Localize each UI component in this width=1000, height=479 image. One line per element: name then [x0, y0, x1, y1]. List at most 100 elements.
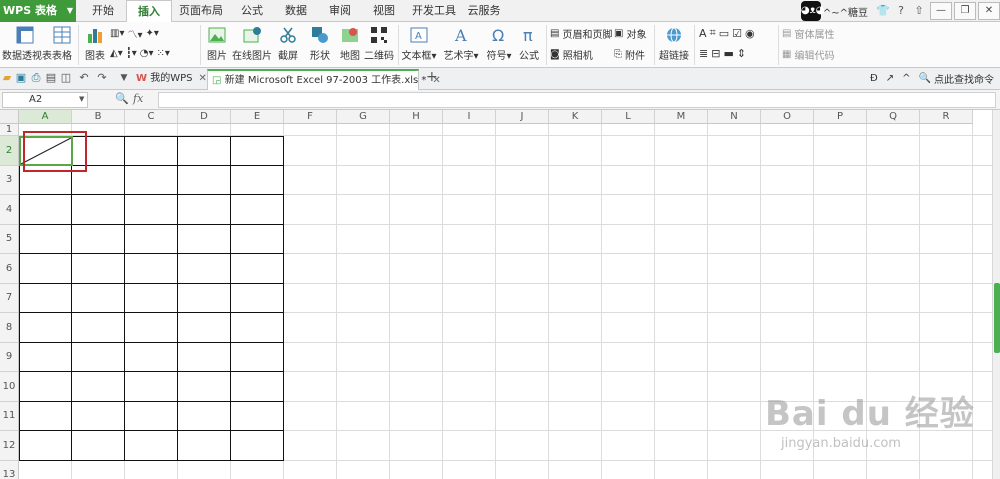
table-button[interactable]: 表格	[50, 26, 74, 62]
column-header[interactable]: O	[761, 110, 814, 124]
form-controls-row1[interactable]: A ⌗ ▭ ☑ ◉	[699, 26, 758, 40]
select-all-corner[interactable]	[0, 110, 19, 124]
symbol-button[interactable]: Ω 符号▾	[484, 26, 514, 62]
avatar[interactable]: ◕ᴥ◕	[800, 1, 824, 21]
fx-button[interactable]: fx	[133, 92, 143, 105]
menu-home[interactable]: 开始	[80, 0, 126, 22]
search-icon[interactable]: 🔍	[919, 73, 931, 84]
tab-my-wps[interactable]: W 我的WPS ✕	[132, 69, 207, 90]
textbox-control-icon: ▭	[718, 26, 733, 40]
column-header[interactable]: D	[178, 110, 231, 124]
preview-icon[interactable]: ◫	[59, 71, 73, 85]
menu-developer[interactable]: 开发工具	[406, 0, 462, 22]
header-footer-button[interactable]: ▤ 页眉和页脚	[550, 26, 612, 41]
object-icon: ▣	[614, 28, 624, 39]
menu-page-layout[interactable]: 页面布局	[172, 0, 230, 22]
close-icon[interactable]: ✕	[198, 73, 206, 84]
row-header[interactable]: 2	[0, 136, 19, 166]
chart-button[interactable]: 图表	[82, 26, 108, 62]
zoom-icon[interactable]: 🔍	[115, 92, 129, 105]
shapes-button[interactable]: 形状	[304, 26, 336, 62]
app-menu-button[interactable]: WPS 表格 ▼	[0, 0, 76, 22]
formula-input[interactable]	[158, 92, 996, 108]
column-header[interactable]: G	[337, 110, 390, 124]
menu-formulas[interactable]: 公式	[230, 0, 274, 22]
equation-button[interactable]: π 公式	[516, 26, 542, 62]
qrcode-button[interactable]: 二维码	[364, 26, 394, 62]
column-header[interactable]: P	[814, 110, 867, 124]
row-header[interactable]: 13	[0, 460, 19, 479]
print-icon[interactable]: ▤	[44, 71, 58, 85]
pivot-table-button[interactable]: 数据透视表	[2, 26, 52, 62]
column-header[interactable]: F	[284, 110, 337, 124]
column-header[interactable]: A	[19, 110, 72, 124]
ribbon-divider	[398, 25, 399, 65]
upload-icon[interactable]: ⇧	[910, 2, 928, 20]
find-command[interactable]: 点此查找命令	[934, 71, 994, 86]
form-controls-row2[interactable]: ≣ ⊟ ▬ ⇕	[699, 47, 749, 60]
row-header[interactable]: 8	[0, 313, 19, 343]
customize-chevron-icon[interactable]: ▼	[117, 71, 131, 85]
expand-icon[interactable]: ↗	[886, 73, 894, 84]
menu-insert[interactable]: 插入	[126, 0, 172, 23]
chart-types-row1[interactable]: ▥▾ 〽▾ ✦▾	[110, 26, 162, 41]
restore-button[interactable]: ❐	[954, 2, 976, 20]
column-header[interactable]: I	[443, 110, 496, 124]
chart-types-row2[interactable]: ◭▾ ┇▾ ◔▾ ⁙▾	[110, 48, 173, 59]
open-icon[interactable]: ▰	[0, 71, 14, 85]
add-tab-icon[interactable]: +	[426, 69, 438, 85]
collapse-icon[interactable]: ^	[902, 73, 910, 84]
row-header[interactable]: 3	[0, 165, 19, 195]
wordart-button[interactable]: A 艺术字▾	[442, 26, 480, 62]
menu-cloud[interactable]: 云服务	[462, 0, 506, 22]
doc-icon[interactable]: Ð	[870, 73, 878, 84]
online-picture-button[interactable]: 在线图片	[232, 26, 272, 62]
row-header[interactable]: 12	[0, 431, 19, 461]
column-header[interactable]: N	[708, 110, 761, 124]
row-header[interactable]: 5	[0, 224, 19, 254]
edit-code-button[interactable]: ▦ 编辑代码	[782, 47, 834, 62]
column-header[interactable]: C	[125, 110, 178, 124]
minimize-button[interactable]: —	[930, 2, 952, 20]
column-header[interactable]: M	[655, 110, 708, 124]
chevron-down-icon[interactable]: ▼	[79, 95, 84, 103]
column-header[interactable]: J	[496, 110, 549, 124]
column-header[interactable]: K	[549, 110, 602, 124]
skin-icon[interactable]: 👕	[874, 2, 892, 20]
column-header[interactable]: R	[920, 110, 973, 124]
row-header[interactable]: 7	[0, 283, 19, 313]
menu-view[interactable]: 视图	[362, 0, 406, 22]
hyperlink-button[interactable]: 超链接	[658, 26, 690, 62]
camera-button[interactable]: ◙ 照相机	[550, 47, 593, 62]
row-header[interactable]: 9	[0, 342, 19, 372]
close-button[interactable]: ✕	[978, 2, 1000, 20]
undo-icon[interactable]: ↶	[77, 71, 91, 85]
save-icon[interactable]: ▣	[14, 71, 28, 85]
textbox-button[interactable]: A 文本框▾	[400, 26, 438, 62]
control-properties-button[interactable]: ▤ 窗体属性	[782, 26, 834, 41]
tab-workbook[interactable]: ◲ 新建 Microsoft Excel 97-2003 工作表.xls * ✕	[207, 69, 441, 90]
column-header[interactable]: E	[231, 110, 284, 124]
print-preview-icon[interactable]: ⎙	[29, 71, 43, 85]
column-header[interactable]: H	[390, 110, 443, 124]
redo-icon[interactable]: ↷	[95, 71, 109, 85]
row-header[interactable]: 1	[0, 124, 19, 136]
attachment-button[interactable]: ⎘ 附件	[614, 47, 645, 62]
object-button[interactable]: ▣ 对象	[614, 26, 646, 41]
map-button[interactable]: 地图	[338, 26, 362, 62]
column-header[interactable]: L	[602, 110, 655, 124]
picture-button[interactable]: 图片	[204, 26, 230, 62]
column-header[interactable]: Q	[867, 110, 920, 124]
name-box[interactable]: A2	[2, 92, 88, 108]
row-header[interactable]: 6	[0, 254, 19, 284]
scrollbar-thumb[interactable]	[994, 283, 1000, 353]
menu-data[interactable]: 数据	[274, 0, 318, 22]
screenshot-button[interactable]: 截屏	[274, 26, 302, 62]
row-header[interactable]: 10	[0, 372, 19, 402]
menu-review[interactable]: 审阅	[318, 0, 362, 22]
help-icon[interactable]: ?	[892, 2, 910, 20]
username[interactable]: ^~^糖豆	[823, 4, 868, 19]
row-header[interactable]: 4	[0, 195, 19, 225]
row-header[interactable]: 11	[0, 401, 19, 431]
column-header[interactable]: B	[72, 110, 125, 124]
